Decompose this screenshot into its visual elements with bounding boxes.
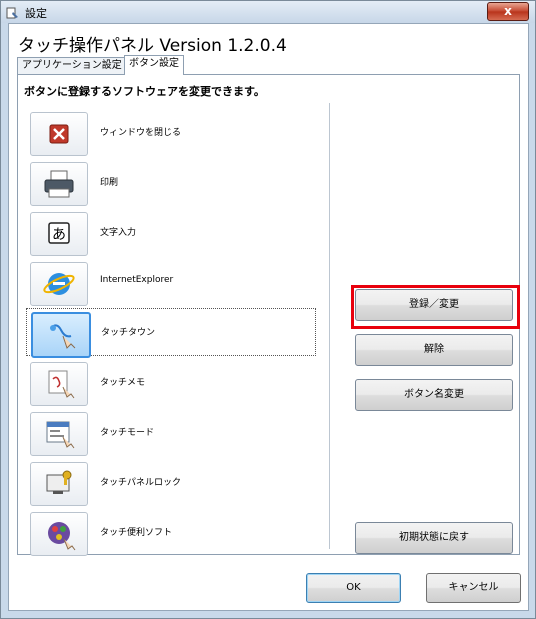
app-heading: タッチ操作パネル Version 1.2.0.4	[18, 36, 287, 56]
button-slot-close-window[interactable]: ウィンドウを閉じる	[26, 109, 316, 157]
ok-button[interactable]: OK	[306, 573, 401, 603]
register-change-button[interactable]: 登録／変更	[355, 289, 513, 321]
button-slot-print[interactable]: 印刷	[26, 159, 316, 207]
touch-utility-icon[interactable]	[30, 512, 88, 556]
internet-explorer-icon[interactable]	[30, 262, 88, 306]
button-slot-text-input[interactable]: あ 文字入力	[26, 209, 316, 257]
button-slot-touch-memo[interactable]: タッチメモ	[26, 359, 316, 407]
printer-icon[interactable]	[30, 162, 88, 206]
button-label: タッチメモ	[100, 378, 146, 388]
reset-defaults-button[interactable]: 初期状態に戻す	[355, 522, 513, 554]
rename-button[interactable]: ボタン名変更	[355, 379, 513, 411]
release-button[interactable]: 解除	[355, 334, 513, 366]
button-label: 印刷	[100, 178, 119, 188]
button-slot-touch-utility[interactable]: タッチ便利ソフト	[26, 509, 316, 557]
text-input-glyph: あ	[52, 227, 66, 243]
button-label: タッチ便利ソフト	[100, 528, 173, 538]
button-label: タッチタウン	[101, 328, 156, 338]
title-bar[interactable]: 設定 x	[1, 1, 535, 23]
window-title: 設定	[25, 7, 47, 20]
button-label: InternetExplorer	[100, 275, 174, 285]
panel-divider	[329, 103, 330, 549]
button-settings-panel: ボタンに登録するソフトウェアを変更できます。 ウィンドウを閉じる 印刷 あ 文字…	[17, 74, 520, 557]
touch-memo-icon[interactable]	[30, 362, 88, 406]
dialog-body: タッチ操作パネル Version 1.2.0.4 アプリケーション設定 ボタン設…	[8, 23, 529, 611]
settings-window: 設定 x タッチ操作パネル Version 1.2.0.4 アプリケーション設定…	[0, 0, 536, 619]
touch-panel-lock-icon[interactable]	[30, 462, 88, 506]
button-label: ウィンドウを閉じる	[100, 128, 182, 138]
button-label: タッチパネルロック	[100, 478, 182, 488]
close-window-icon[interactable]	[30, 112, 88, 156]
touch-mode-icon[interactable]	[30, 412, 88, 456]
button-slot-touch-mode[interactable]: タッチモード	[26, 409, 316, 457]
button-slot-internet-explorer[interactable]: InternetExplorer	[26, 259, 316, 307]
app-icon	[6, 5, 20, 19]
button-slot-touch-panel-lock[interactable]: タッチパネルロック	[26, 459, 316, 507]
close-icon: x	[504, 4, 512, 18]
tab-application-settings[interactable]: アプリケーション設定	[17, 57, 127, 74]
button-label: 文字入力	[100, 228, 137, 238]
tab-button-settings[interactable]: ボタン設定	[124, 55, 184, 75]
close-button[interactable]: x	[487, 2, 529, 21]
touch-town-icon[interactable]	[31, 312, 91, 358]
cancel-button[interactable]: キャンセル	[426, 573, 521, 603]
panel-description: ボタンに登録するソフトウェアを変更できます。	[24, 85, 265, 98]
text-input-icon[interactable]: あ	[30, 212, 88, 256]
button-slot-touch-town[interactable]: タッチタウン	[26, 308, 316, 358]
button-label: タッチモード	[100, 428, 155, 438]
